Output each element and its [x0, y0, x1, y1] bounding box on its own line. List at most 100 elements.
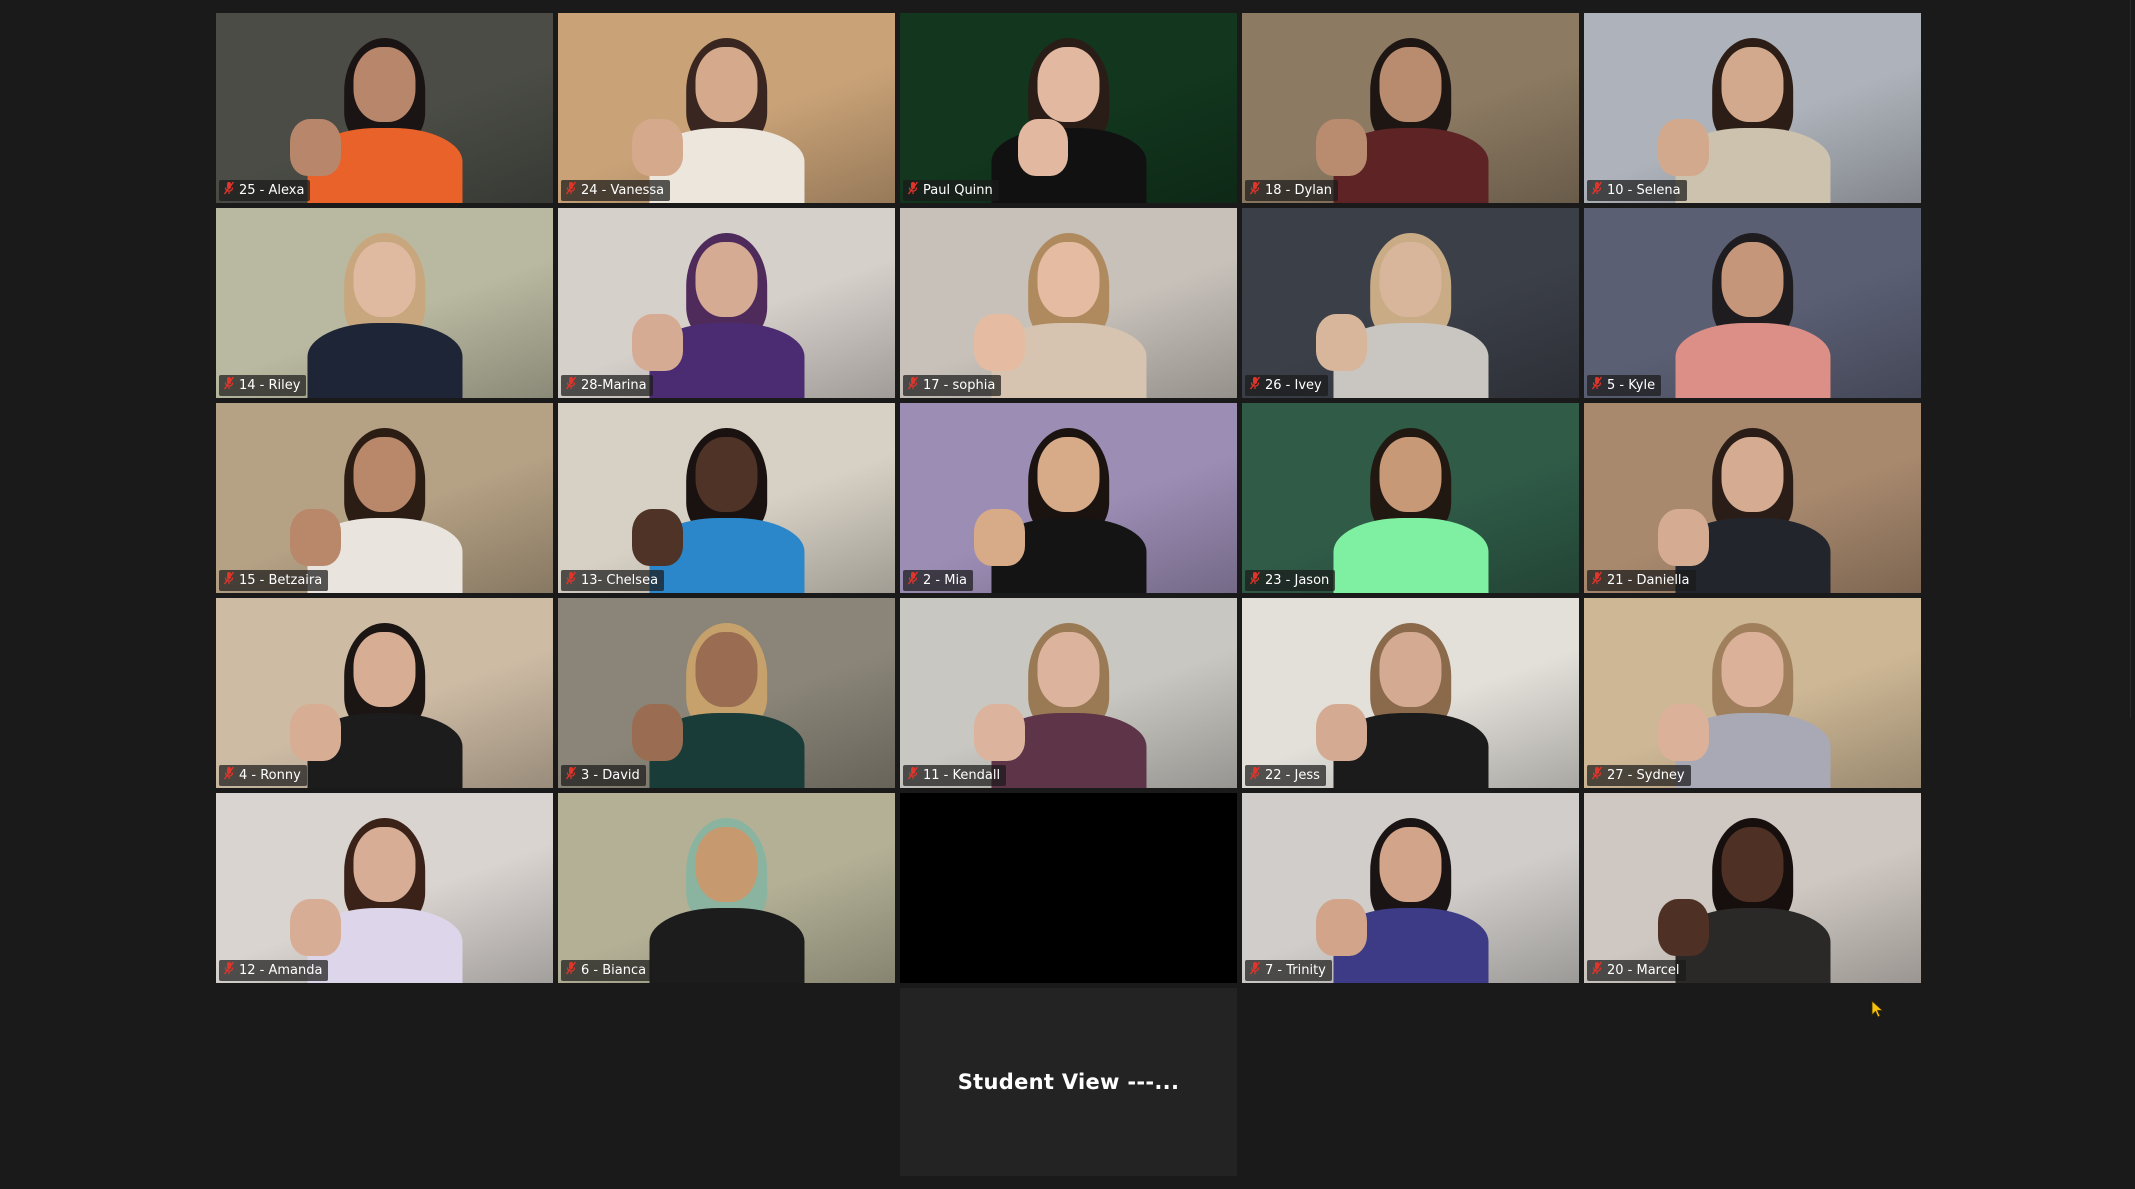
student-view-tile[interactable]: Student View ---...	[900, 988, 1237, 1176]
participant-tile[interactable]: 26 - Ivey	[1242, 208, 1579, 398]
participant-tile[interactable]: 24 - Vanessa	[558, 13, 895, 203]
participant-video	[558, 793, 895, 983]
participant-name: 5 - Kyle	[1607, 378, 1656, 393]
participant-name-tag: 4 - Ronny	[219, 765, 307, 786]
participant-tile[interactable]: 17 - sophia	[900, 208, 1237, 398]
raised-hand	[974, 314, 1025, 372]
mic-muted-icon	[1249, 376, 1261, 395]
participant-tile[interactable]: 14 - Riley	[216, 208, 553, 398]
participant-tile[interactable]: Paul Quinn	[900, 13, 1237, 203]
participant-tile[interactable]: 21 - Daniella	[1584, 403, 1921, 593]
participant-video	[900, 403, 1237, 593]
participant-tile[interactable]: 3 - David	[558, 598, 895, 788]
participant-figure	[1332, 427, 1489, 593]
raised-hand	[1316, 899, 1367, 957]
participant-tile[interactable]: 2 - Mia	[900, 403, 1237, 593]
mic-muted-icon	[1591, 961, 1603, 980]
participant-figure	[306, 232, 463, 398]
participant-video	[900, 598, 1237, 788]
raised-hand	[974, 509, 1025, 567]
participant-name-tag: 20 - Marcel	[1587, 960, 1686, 981]
participant-video	[1242, 793, 1579, 983]
participant-video	[1242, 208, 1579, 398]
raised-hand	[1658, 119, 1709, 177]
participant-name-tag: 2 - Mia	[903, 570, 974, 591]
participant-tile[interactable]: 18 - Dylan	[1242, 13, 1579, 203]
participant-name-tag: 17 - sophia	[903, 375, 1002, 396]
participant-figure	[1674, 232, 1831, 398]
participant-name: 25 - Alexa	[239, 183, 305, 198]
mic-muted-icon	[565, 571, 577, 590]
participant-video	[1584, 403, 1921, 593]
mic-muted-icon	[223, 571, 235, 590]
participant-video	[1584, 13, 1921, 203]
participant-name-tag: Paul Quinn	[903, 180, 999, 201]
participant-name: 11 - Kendall	[923, 768, 1001, 783]
mic-muted-icon	[565, 766, 577, 785]
right-edge-scrollbar[interactable]	[2130, 0, 2135, 718]
participant-video	[1584, 793, 1921, 983]
participant-name-tag: 21 - Daniella	[1587, 570, 1696, 591]
participant-name-tag: 7 - Trinity	[1245, 960, 1332, 981]
participant-name-tag: 23 - Jason	[1245, 570, 1336, 591]
participant-video	[900, 13, 1237, 203]
participant-name: 27 - Sydney	[1607, 768, 1685, 783]
raised-hand	[1316, 704, 1367, 762]
participant-name-tag: 14 - Riley	[219, 375, 307, 396]
participant-video	[900, 208, 1237, 398]
participant-name: 21 - Daniella	[1607, 573, 1690, 588]
participant-tile[interactable]: 22 - Jess	[1242, 598, 1579, 788]
participant-name: 17 - sophia	[923, 378, 996, 393]
participant-name: 18 - Dylan	[1265, 183, 1333, 198]
participant-tile[interactable]: 15 - Betzaira	[216, 403, 553, 593]
mic-muted-icon	[565, 181, 577, 200]
raised-hand	[632, 704, 683, 762]
participant-tile[interactable]: 27 - Sydney	[1584, 598, 1921, 788]
participant-tile[interactable]: 7 - Trinity	[1242, 793, 1579, 983]
participant-video	[216, 13, 553, 203]
mic-muted-icon	[1591, 571, 1603, 590]
participant-figure	[990, 37, 1147, 203]
mic-muted-icon	[223, 181, 235, 200]
participant-tile[interactable]: 6 - Bianca	[558, 793, 895, 983]
participant-name: 12 - Amanda	[239, 963, 323, 978]
participant-name-tag: 22 - Jess	[1245, 765, 1326, 786]
raised-hand	[290, 119, 341, 177]
participant-tile[interactable]: 23 - Jason	[1242, 403, 1579, 593]
participant-name: 23 - Jason	[1265, 573, 1330, 588]
participant-name: 15 - Betzaira	[239, 573, 323, 588]
raised-hand	[974, 704, 1025, 762]
participant-video	[216, 598, 553, 788]
participant-video	[558, 13, 895, 203]
mic-muted-icon	[1249, 766, 1261, 785]
participant-tile[interactable]: 5 - Kyle	[1584, 208, 1921, 398]
raised-hand	[1017, 119, 1069, 177]
participant-video	[558, 598, 895, 788]
mic-muted-icon	[1249, 181, 1261, 200]
participant-tile-no-video[interactable]	[900, 793, 1237, 983]
raised-hand	[290, 509, 341, 567]
participant-tile[interactable]: 12 - Amanda	[216, 793, 553, 983]
participant-name-tag: 10 - Selena	[1587, 180, 1687, 201]
mic-muted-icon	[907, 766, 919, 785]
mic-muted-icon	[1591, 181, 1603, 200]
participant-tile[interactable]: 25 - Alexa	[216, 13, 553, 203]
participant-tile[interactable]: 10 - Selena	[1584, 13, 1921, 203]
participant-name: Paul Quinn	[923, 183, 993, 198]
participant-name: 22 - Jess	[1265, 768, 1320, 783]
participant-tile[interactable]: 20 - Marcel	[1584, 793, 1921, 983]
participant-name-tag: 12 - Amanda	[219, 960, 329, 981]
raised-hand	[632, 119, 683, 177]
mic-muted-icon	[223, 766, 235, 785]
participant-tile[interactable]: 4 - Ronny	[216, 598, 553, 788]
participant-tile[interactable]: 28-Marina	[558, 208, 895, 398]
mic-muted-icon	[907, 571, 919, 590]
mic-muted-icon	[1249, 961, 1261, 980]
participant-name: 26 - Ivey	[1265, 378, 1322, 393]
raised-hand	[290, 899, 341, 957]
participant-tile[interactable]: 11 - Kendall	[900, 598, 1237, 788]
participant-name-tag: 28-Marina	[561, 375, 653, 396]
participant-name: 28-Marina	[581, 378, 647, 393]
participant-name: 3 - David	[581, 768, 640, 783]
participant-tile[interactable]: 13- Chelsea	[558, 403, 895, 593]
